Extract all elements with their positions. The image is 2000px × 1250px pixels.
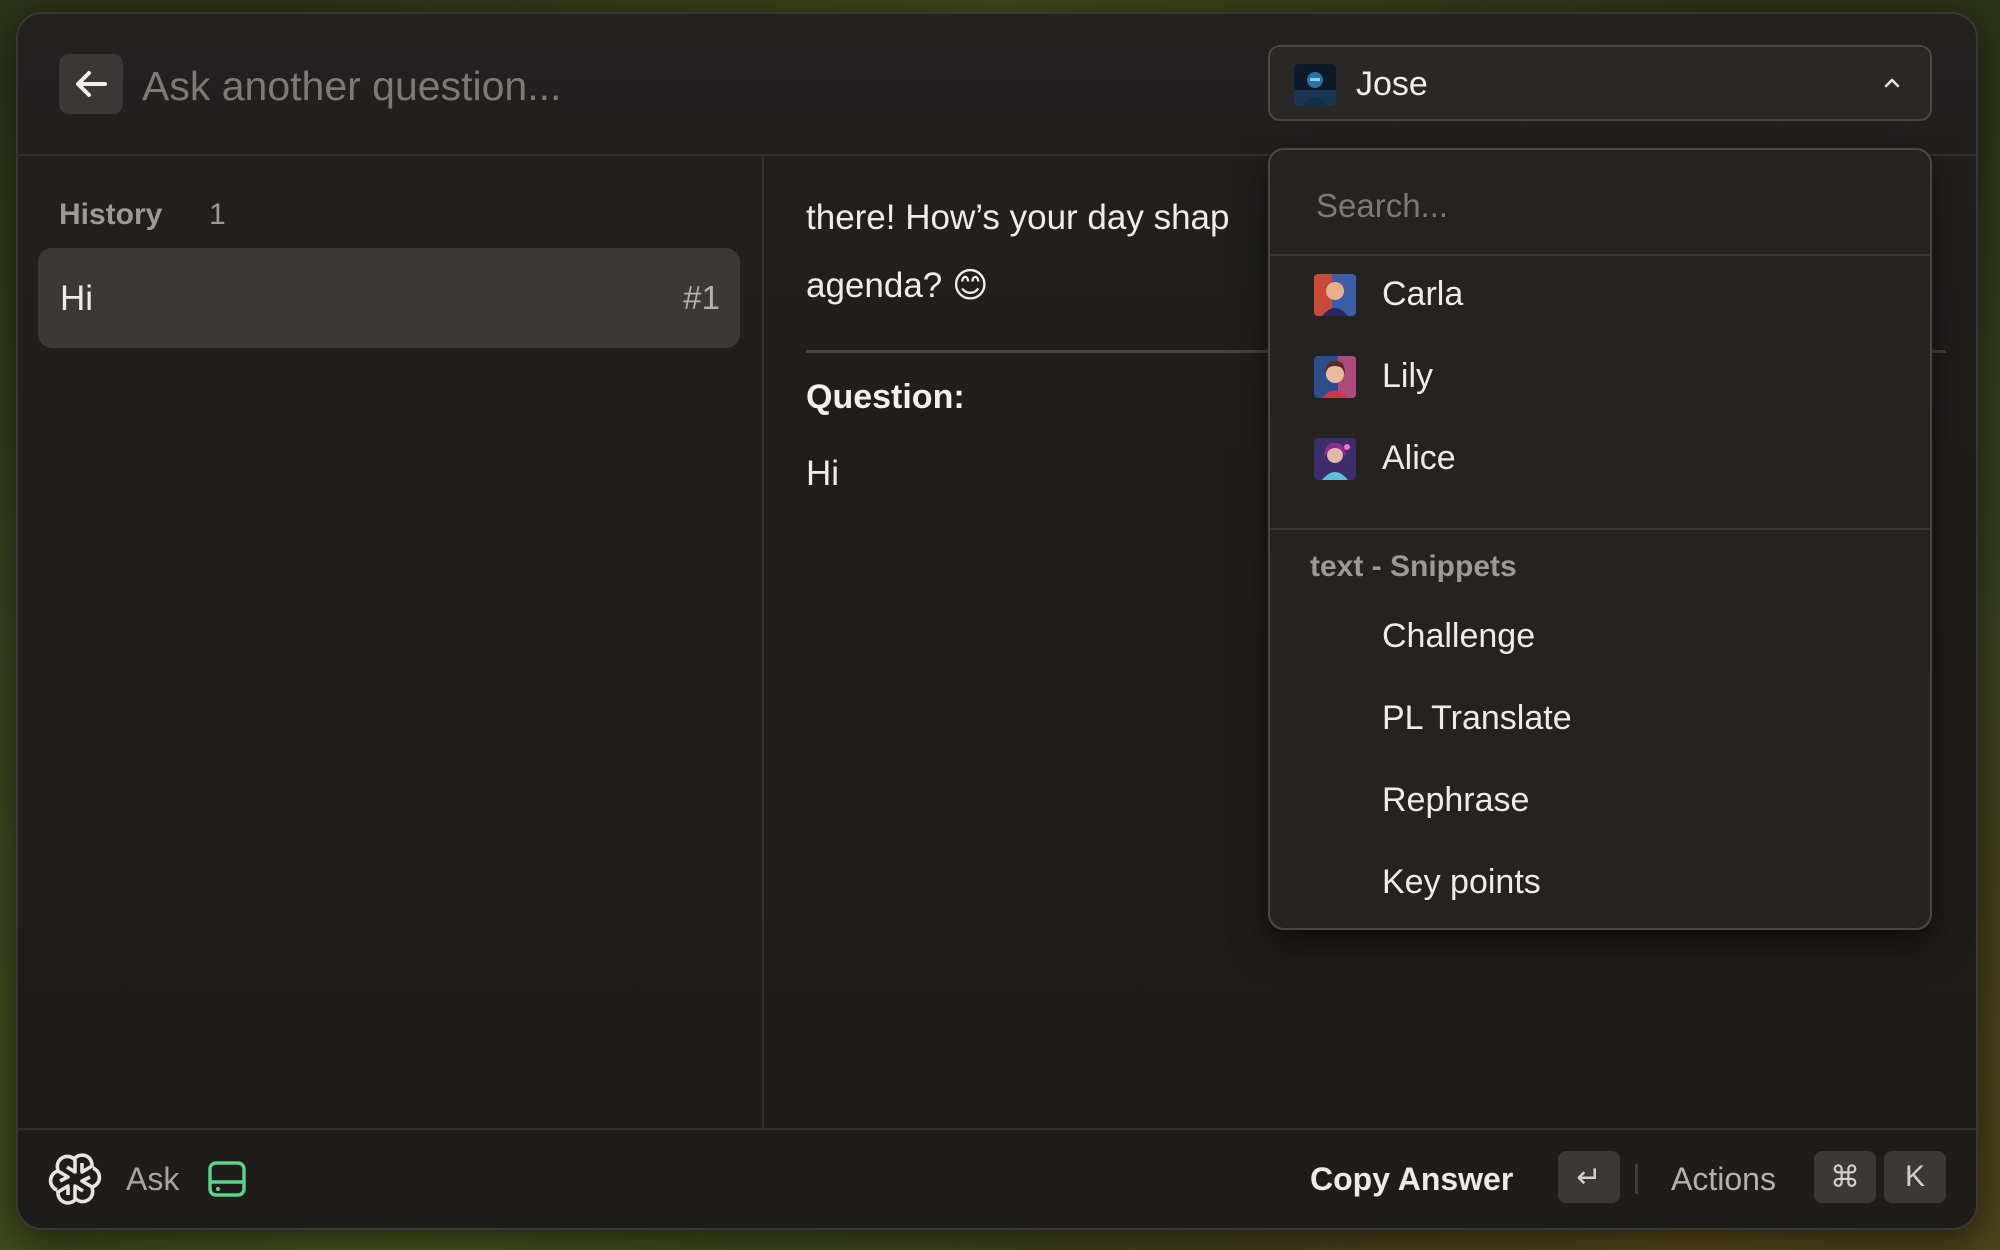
history-item-number: #1 xyxy=(683,279,720,316)
actions-label[interactable]: Actions xyxy=(1671,1161,1776,1198)
history-item[interactable]: Hi #1 xyxy=(38,248,740,348)
avatar xyxy=(1314,274,1356,316)
history-title: History xyxy=(59,198,163,231)
back-button[interactable] xyxy=(59,54,123,114)
history-sidebar: History 1 Hi #1 xyxy=(18,156,764,1128)
persona-option-label: Alice xyxy=(1382,439,1456,477)
avatar xyxy=(1294,64,1336,106)
footer-separator xyxy=(1635,1164,1638,1194)
snippet-option-label: Challenge xyxy=(1382,617,1536,655)
k-key-badge: K xyxy=(1884,1151,1946,1203)
persona-search-input[interactable] xyxy=(1314,180,1878,232)
bottom-bar: Ask Copy Answer ↵ Actions ⌘ K xyxy=(18,1128,1976,1228)
persona-option-label: Lily xyxy=(1382,357,1434,395)
enter-key-icon: ↵ xyxy=(1576,1160,1602,1194)
persona-option-label: Carla xyxy=(1382,275,1464,313)
top-bar: Jose xyxy=(18,14,1976,156)
snippet-option-rephrase[interactable]: Rephrase xyxy=(1270,760,1930,842)
persona-option-alice[interactable]: Alice xyxy=(1270,418,1930,500)
question-label: Question: xyxy=(806,378,965,416)
chevron-up-icon xyxy=(1884,78,1900,88)
openai-icon xyxy=(48,1153,102,1205)
drive-icon[interactable] xyxy=(206,1159,248,1199)
snippet-option-label: Rephrase xyxy=(1382,781,1530,819)
question-text: Hi xyxy=(806,454,840,493)
history-item-label: Hi xyxy=(60,279,94,318)
ask-label: Ask xyxy=(126,1161,180,1197)
persona-option-lily[interactable]: Lily xyxy=(1270,336,1930,418)
command-key-icon: ⌘ xyxy=(1830,1160,1860,1194)
persona-option-carla[interactable]: Carla xyxy=(1270,254,1930,336)
avatar xyxy=(1314,356,1356,398)
copy-answer-label[interactable]: Copy Answer xyxy=(1310,1161,1513,1198)
dropdown-divider xyxy=(1270,528,1930,530)
snippet-option-label: Key points xyxy=(1382,863,1541,901)
persona-select[interactable]: Jose xyxy=(1268,45,1932,121)
snippet-option-challenge[interactable]: Challenge xyxy=(1270,596,1930,678)
snippets-section-title: text - Snippets xyxy=(1310,550,1517,583)
snippet-option-key-points[interactable]: Key points xyxy=(1270,842,1930,924)
snippet-option-pl-translate[interactable]: PL Translate xyxy=(1270,678,1930,760)
avatar xyxy=(1314,438,1356,480)
history-count: 1 xyxy=(209,198,226,231)
snippet-option-label: PL Translate xyxy=(1382,699,1572,737)
enter-key-badge: ↵ xyxy=(1558,1151,1620,1203)
query-input[interactable] xyxy=(140,60,964,112)
command-key-badge: ⌘ xyxy=(1814,1151,1876,1203)
app-window: Jose History 1 Hi #1 there! How’s your d… xyxy=(16,12,1978,1230)
selected-persona-name: Jose xyxy=(1356,65,1428,103)
persona-dropdown: Carla Lily xyxy=(1268,148,1932,930)
arrow-left-icon xyxy=(76,71,107,97)
k-key-label: K xyxy=(1904,1160,1925,1193)
